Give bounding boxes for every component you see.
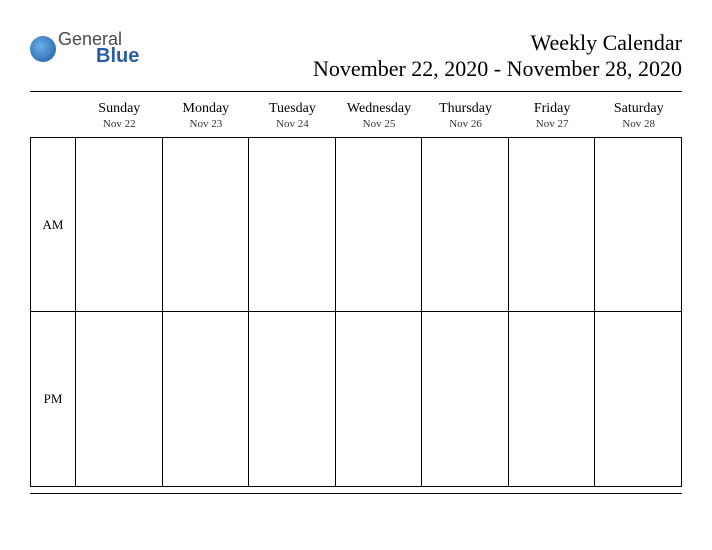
- day-name: Saturday: [595, 100, 682, 118]
- divider-top: [30, 91, 682, 92]
- cell-am-friday: [509, 138, 596, 312]
- day-name: Friday: [509, 100, 596, 118]
- day-date: Nov 23: [163, 118, 250, 131]
- cell-pm-sunday: [76, 312, 163, 486]
- divider-bottom: [30, 493, 682, 494]
- cell-pm-thursday: [422, 312, 509, 486]
- period-label-am: AM: [30, 138, 76, 312]
- day-header-sunday: Sunday Nov 22: [76, 98, 163, 133]
- cell-pm-saturday: [595, 312, 682, 486]
- day-header-monday: Monday Nov 23: [163, 98, 250, 133]
- cell-am-wednesday: [336, 138, 423, 312]
- day-name: Wednesday: [336, 100, 423, 118]
- cell-pm-monday: [163, 312, 250, 486]
- day-headers-row: Sunday Nov 22 Monday Nov 23 Tuesday Nov …: [30, 98, 682, 133]
- cell-am-saturday: [595, 138, 682, 312]
- day-header-wednesday: Wednesday Nov 25: [336, 98, 423, 133]
- date-range: November 22, 2020 - November 28, 2020: [313, 56, 682, 82]
- title-block: Weekly Calendar November 22, 2020 - Nove…: [313, 30, 682, 83]
- cell-pm-wednesday: [336, 312, 423, 486]
- calendar-grid: AM PM: [30, 137, 682, 487]
- day-name: Sunday: [76, 100, 163, 118]
- logo-line2: Blue: [96, 46, 139, 66]
- cell-pm-tuesday: [249, 312, 336, 486]
- day-name: Thursday: [422, 100, 509, 118]
- cell-am-monday: [163, 138, 250, 312]
- corner-spacer: [30, 98, 76, 133]
- day-name: Monday: [163, 100, 250, 118]
- globe-icon: [30, 36, 56, 62]
- day-date: Nov 26: [422, 118, 509, 131]
- day-name: Tuesday: [249, 100, 336, 118]
- day-header-saturday: Saturday Nov 28: [595, 98, 682, 133]
- day-date: Nov 27: [509, 118, 596, 131]
- period-label-pm: PM: [30, 312, 76, 486]
- day-date: Nov 25: [336, 118, 423, 131]
- brand-logo: General Blue: [30, 30, 139, 66]
- cell-am-tuesday: [249, 138, 336, 312]
- cell-pm-friday: [509, 312, 596, 486]
- day-header-thursday: Thursday Nov 26: [422, 98, 509, 133]
- day-date: Nov 28: [595, 118, 682, 131]
- day-date: Nov 22: [76, 118, 163, 131]
- day-header-friday: Friday Nov 27: [509, 98, 596, 133]
- logo-text: General Blue: [58, 30, 139, 66]
- header-row: General Blue Weekly Calendar November 22…: [30, 30, 682, 83]
- calendar: Sunday Nov 22 Monday Nov 23 Tuesday Nov …: [30, 98, 682, 487]
- day-header-tuesday: Tuesday Nov 24: [249, 98, 336, 133]
- page-title: Weekly Calendar: [313, 30, 682, 56]
- cell-am-sunday: [76, 138, 163, 312]
- cell-am-thursday: [422, 138, 509, 312]
- day-date: Nov 24: [249, 118, 336, 131]
